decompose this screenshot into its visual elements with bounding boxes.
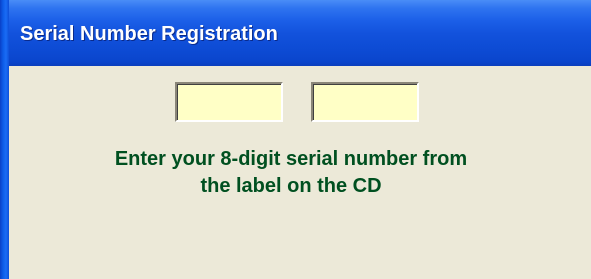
window-title: Serial Number Registration <box>20 23 278 45</box>
instruction-text: Enter your 8-digit serial number from th… <box>9 146 573 200</box>
serial-registration-window: Serial Number Registration Enter your 8-… <box>0 0 591 279</box>
title-bar[interactable]: Serial Number Registration <box>0 0 591 66</box>
instruction-line-2: the label on the CD <box>200 175 382 197</box>
serial-number-field-2[interactable] <box>311 82 419 122</box>
serial-number-field-1[interactable] <box>175 82 283 122</box>
window-left-border <box>0 0 9 279</box>
dialog-body: Enter your 8-digit serial number from th… <box>9 66 591 279</box>
instruction-line-1: Enter your 8-digit serial number from <box>114 148 468 170</box>
